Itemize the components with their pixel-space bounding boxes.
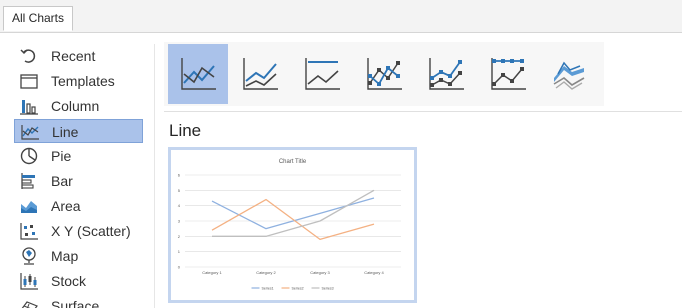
chart-type-sidebar: Recent Templates Column Line Pie Bar Are… — [14, 42, 146, 308]
sidebar-item-surface[interactable]: Surface — [14, 294, 143, 308]
y-tick-label: 0 — [178, 265, 181, 270]
line-icon — [181, 58, 216, 90]
sidebar-item-map[interactable]: Map — [14, 244, 143, 268]
chart-title: Chart Title — [279, 159, 307, 165]
y-tick-label: 4 — [178, 203, 181, 208]
y-tick-label: 5 — [178, 188, 181, 193]
legend-label: Series1 — [262, 287, 274, 291]
chart-preview[interactable]: Chart Title 0 1 2 3 4 5 6 Category 1 Category 2 Ca… — [168, 147, 417, 303]
sidebar-item-label: X Y (Scatter) — [51, 223, 131, 239]
legend-label: Series2 — [292, 287, 304, 291]
sidebar-item-label: Area — [51, 198, 81, 214]
sidebar-item-label: Bar — [51, 173, 73, 189]
sidebar-item-label: Map — [51, 248, 79, 264]
chart-preview-plot: Chart Title 0 1 2 3 4 5 6 Category 1 Category 2 Ca… — [178, 159, 401, 291]
x-tick-label: Category 3 — [310, 270, 330, 275]
tab-bar: All Charts — [0, 0, 682, 33]
chart-subtype-gallery — [164, 42, 604, 106]
100-stacked-line-with-markers-icon — [491, 58, 526, 90]
sidebar-item-label: Pie — [51, 148, 72, 164]
sidebar-item-bar[interactable]: Bar — [14, 169, 143, 193]
subtype-3d-line[interactable] — [540, 44, 600, 104]
subtype-line-with-markers[interactable] — [354, 44, 414, 104]
stacked-line-with-markers-icon — [429, 58, 464, 90]
scatter-chart-icon — [20, 223, 38, 240]
recent-icon — [20, 49, 36, 63]
surface-chart-icon — [21, 301, 38, 308]
chart-type-title: Line — [169, 121, 202, 140]
sidebar-item-label: Column — [51, 98, 100, 114]
subtype-line[interactable] — [168, 44, 228, 104]
sidebar-item-pie[interactable]: Pie — [14, 144, 143, 168]
area-chart-icon — [21, 201, 37, 213]
bar-chart-icon — [21, 173, 35, 189]
y-tick-label: 1 — [178, 249, 181, 254]
subtype-stacked-line-with-markers[interactable] — [416, 44, 476, 104]
sidebar-item-area[interactable]: Area — [14, 194, 143, 218]
line-with-markers-icon — [367, 58, 402, 90]
gallery-divider — [164, 111, 682, 112]
sidebar-item-column[interactable]: Column — [14, 94, 143, 118]
stacked-line-icon — [243, 58, 278, 90]
sidebar-item-recent[interactable]: Recent — [14, 44, 143, 68]
series-line — [211, 197, 375, 230]
subtype-100-stacked-line-with-markers[interactable] — [478, 44, 538, 104]
tab-all-charts[interactable]: All Charts — [3, 6, 74, 31]
sidebar-item-line[interactable]: Line — [14, 119, 143, 143]
column-chart-icon — [20, 100, 38, 115]
sidebar-item-templates[interactable]: Templates — [14, 69, 143, 93]
sidebar-item-label: Line — [52, 124, 79, 140]
sidebar-item-stock[interactable]: Stock — [14, 269, 143, 293]
y-tick-label: 2 — [178, 234, 181, 239]
100-stacked-line-icon — [305, 58, 340, 90]
line-chart-icon — [21, 125, 39, 140]
3d-line-icon — [553, 61, 585, 90]
x-tick-label: Category 4 — [364, 270, 384, 275]
sidebar-item-scatter[interactable]: X Y (Scatter) — [14, 219, 143, 243]
y-tick-label: 6 — [178, 173, 181, 178]
sidebar-item-label: Surface — [51, 298, 100, 308]
sidebar-divider — [154, 44, 155, 308]
map-chart-icon — [22, 247, 36, 265]
x-tick-label: Category 1 — [202, 270, 222, 275]
y-tick-label: 3 — [178, 219, 181, 224]
subtype-stacked-line[interactable] — [230, 44, 290, 104]
legend-label: Series3 — [322, 287, 334, 291]
templates-icon — [20, 74, 38, 89]
sidebar-item-label: Stock — [51, 273, 87, 289]
sidebar-item-label: Recent — [51, 48, 96, 64]
x-tick-label: Category 2 — [256, 270, 276, 275]
stock-chart-icon — [20, 273, 38, 290]
sidebar-item-label: Templates — [51, 73, 115, 89]
pie-chart-icon — [20, 147, 38, 165]
subtype-100-stacked-line[interactable] — [292, 44, 352, 104]
